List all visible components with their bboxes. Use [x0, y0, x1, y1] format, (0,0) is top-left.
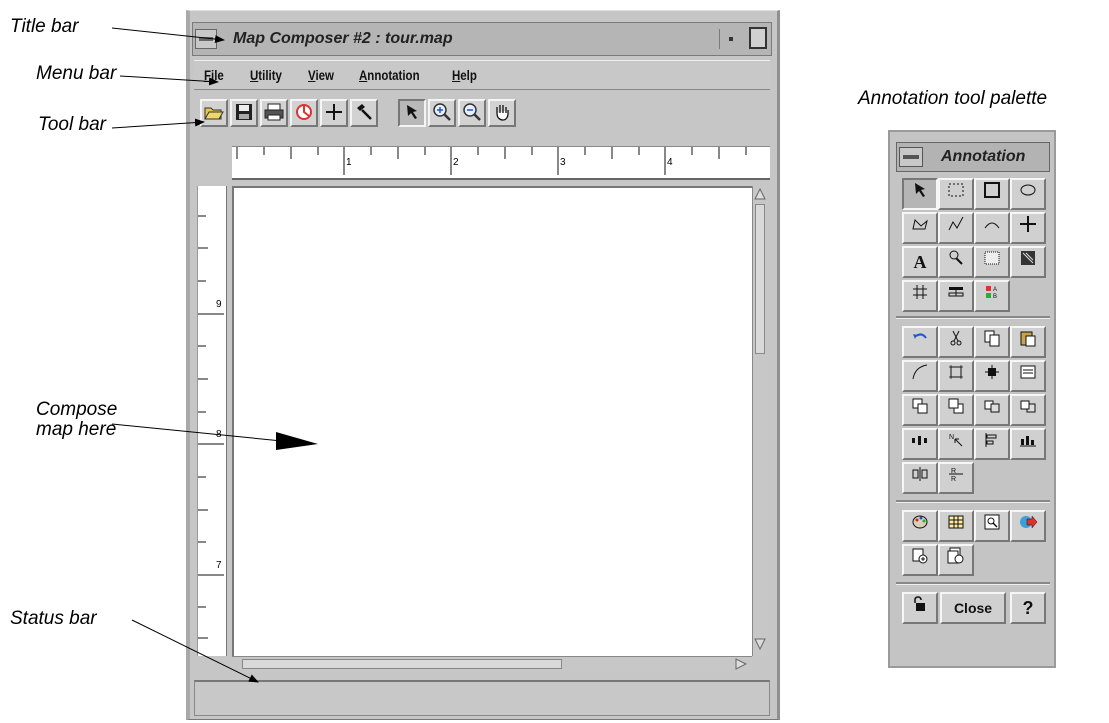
svg-text:A: A [993, 287, 997, 293]
svg-text:B: B [993, 294, 997, 300]
copy-icon[interactable] [974, 326, 1010, 358]
palette-title-bar[interactable]: Annotation [896, 142, 1050, 172]
distribute-icon[interactable] [902, 428, 938, 460]
palette-separator [896, 316, 1050, 319]
annotation-palette: Annotation A AB N RR Close ? [888, 130, 1056, 668]
polygon-icon[interactable] [902, 212, 938, 244]
undo-icon[interactable] [902, 326, 938, 358]
layer-stack-icon[interactable] [938, 544, 974, 576]
table-icon[interactable] [938, 510, 974, 542]
align-bottom-icon[interactable] [1010, 428, 1046, 460]
map-frame-icon[interactable] [1010, 246, 1046, 278]
ellipse-icon[interactable] [1010, 178, 1046, 210]
grid-icon[interactable] [902, 280, 938, 312]
palette-title: Annotation [941, 148, 1026, 165]
paste-icon[interactable] [1010, 326, 1046, 358]
text-icon[interactable]: A [902, 246, 938, 278]
scale-bar-icon[interactable] [938, 280, 974, 312]
svg-text:R: R [951, 468, 956, 475]
move-backward-icon[interactable] [1010, 394, 1046, 426]
svg-text:N: N [949, 434, 954, 441]
frame-icon[interactable] [974, 246, 1010, 278]
palette-caption: Annotation tool palette [858, 88, 1048, 109]
svg-text:R: R [951, 476, 956, 483]
legend-icon[interactable]: AB [974, 280, 1010, 312]
select-arrow-icon[interactable] [902, 178, 938, 210]
group-icon[interactable] [938, 360, 974, 392]
crosshair-icon[interactable] [1010, 212, 1046, 244]
send-back-icon[interactable] [938, 394, 974, 426]
color-palette-icon[interactable] [902, 510, 938, 542]
palette-menu-button[interactable] [899, 147, 923, 167]
flip-vertical-icon[interactable]: RR [938, 462, 974, 494]
align-left-icon[interactable] [974, 428, 1010, 460]
properties-icon[interactable] [1010, 360, 1046, 392]
move-forward-icon[interactable] [974, 394, 1010, 426]
flip-horizontal-icon[interactable] [902, 462, 938, 494]
rectangle-icon[interactable] [974, 178, 1010, 210]
north-arrow-icon[interactable]: N [938, 428, 974, 460]
zoom-window-icon[interactable] [974, 510, 1010, 542]
cut-icon[interactable] [938, 326, 974, 358]
rectangle-select-icon[interactable] [938, 178, 974, 210]
magnifier-icon[interactable] [938, 246, 974, 278]
close-button[interactable]: Close [940, 592, 1006, 624]
import-layer-icon[interactable] [902, 544, 938, 576]
arc-icon[interactable] [974, 212, 1010, 244]
lock-icon[interactable] [902, 592, 938, 624]
help-button[interactable]: ? [1010, 592, 1046, 624]
bring-front-icon[interactable] [902, 394, 938, 426]
polyline-icon[interactable] [938, 212, 974, 244]
palette-separator [896, 500, 1050, 503]
reshape-icon[interactable] [902, 360, 938, 392]
ungroup-icon[interactable] [974, 360, 1010, 392]
export-icon[interactable] [1010, 510, 1046, 542]
palette-separator [896, 582, 1050, 585]
